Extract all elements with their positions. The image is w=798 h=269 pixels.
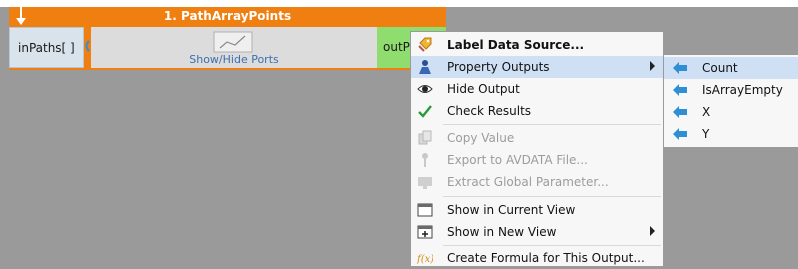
arrow-left-icon (673, 84, 687, 96)
submenu-item-count[interactable]: Count (664, 57, 798, 79)
checkmark-icon (418, 105, 432, 118)
menu-item-label: Copy Value (447, 131, 515, 145)
menu-item-hide-output[interactable]: Hide Output (411, 78, 663, 100)
context-menu: Label Data Source... Property Outputs Hi… (410, 31, 664, 267)
property-outputs-submenu: Count IsArrayEmpty X Y (663, 54, 798, 148)
submenu-item-isarrayempty[interactable]: IsArrayEmpty (664, 79, 798, 101)
submenu-item-y[interactable]: Y (664, 123, 798, 145)
menu-item-extract-global-parameter[interactable]: Extract Global Parameter... (411, 171, 663, 193)
menu-item-label: Show in New View (447, 225, 557, 239)
menu-separator (443, 196, 661, 197)
ports-graph-icon (213, 31, 253, 53)
copy-icon (418, 130, 432, 145)
window-icon (417, 203, 433, 217)
node-body[interactable]: Show/Hide Ports (91, 27, 377, 68)
new-window-icon (417, 225, 433, 239)
menu-item-label: Check Results (447, 104, 532, 118)
submenu-item-label: IsArrayEmpty (702, 83, 783, 97)
submenu-item-label: X (702, 105, 711, 119)
person-icon (419, 60, 431, 74)
eye-icon (417, 85, 433, 93)
menu-item-property-outputs[interactable]: Property Outputs (411, 56, 663, 78)
menu-item-label: Export to AVDATA File... (447, 153, 588, 167)
submenu-arrow-icon (650, 61, 655, 71)
menu-item-label: Property Outputs (447, 60, 550, 74)
menu-item-label: Show in Current View (447, 203, 576, 217)
submenu-arrow-icon (650, 226, 655, 236)
extract-icon (418, 177, 432, 189)
show-hide-ports-button[interactable]: Show/Hide Ports (91, 53, 377, 66)
menu-item-copy-value[interactable]: Copy Value (411, 127, 663, 149)
top-strip (0, 0, 798, 7)
node-title: 1. PathArrayPoints (163, 9, 292, 23)
input-port[interactable]: inPaths[ ] (9, 27, 84, 68)
arrow-left-icon (673, 106, 687, 118)
arrow-left-icon (673, 62, 687, 74)
arrow-left-icon (673, 128, 687, 140)
svg-text:f(x): f(x) (417, 254, 433, 265)
menu-item-export-avdata[interactable]: Export to AVDATA File... (411, 149, 663, 171)
input-port-label: inPaths[ ] (18, 41, 75, 55)
menu-separator (443, 124, 661, 125)
menu-item-show-in-current-view[interactable]: Show in Current View (411, 199, 663, 221)
submenu-item-label: Count (702, 61, 738, 75)
menu-item-label: Create Formula for This Output... (447, 251, 645, 265)
menu-item-label: Label Data Source... (447, 38, 585, 52)
tag-icon (418, 37, 432, 52)
submenu-item-x[interactable]: X (664, 101, 798, 123)
menu-separator (443, 245, 661, 246)
menu-item-label: Hide Output (447, 82, 520, 96)
export-icon (422, 153, 428, 167)
formula-icon: f(x) (417, 254, 433, 265)
connector-icon (85, 40, 90, 52)
menu-item-show-in-new-view[interactable]: Show in New View (411, 221, 663, 243)
menu-item-label: Extract Global Parameter... (447, 175, 609, 189)
menu-item-label-data-source[interactable]: Label Data Source... (411, 34, 663, 56)
submenu-item-label: Y (702, 127, 710, 141)
menu-item-check-results[interactable]: Check Results (411, 100, 663, 122)
